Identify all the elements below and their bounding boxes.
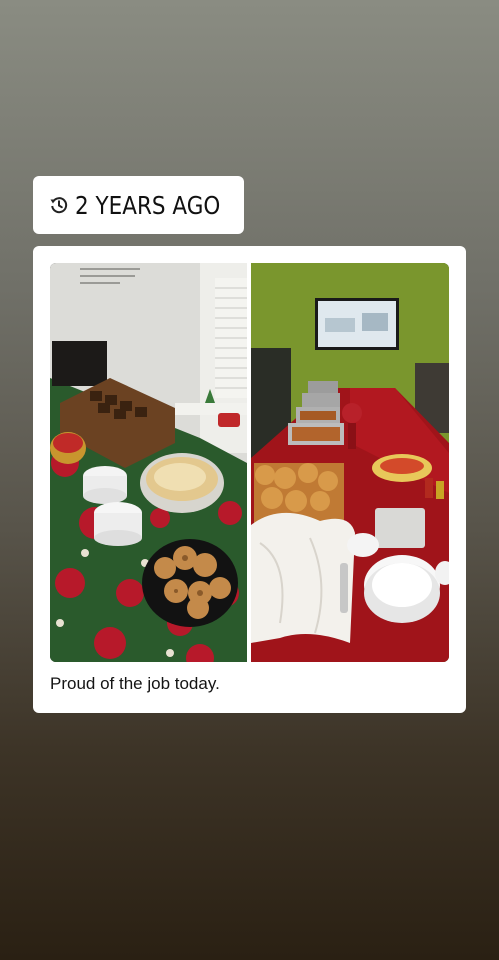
history-icon (49, 195, 69, 215)
collage-photo (50, 263, 449, 662)
post-card[interactable]: Proud of the job today. (33, 246, 466, 713)
post-caption: Proud of the job today. (50, 674, 220, 693)
memory-label: 2 YEARS AGO (75, 190, 221, 220)
post-photo[interactable] (50, 263, 449, 662)
right-photo-buffet-table (251, 263, 449, 662)
left-photo-dessert-table (50, 263, 247, 662)
memory-badge[interactable]: 2 YEARS AGO (33, 176, 244, 234)
